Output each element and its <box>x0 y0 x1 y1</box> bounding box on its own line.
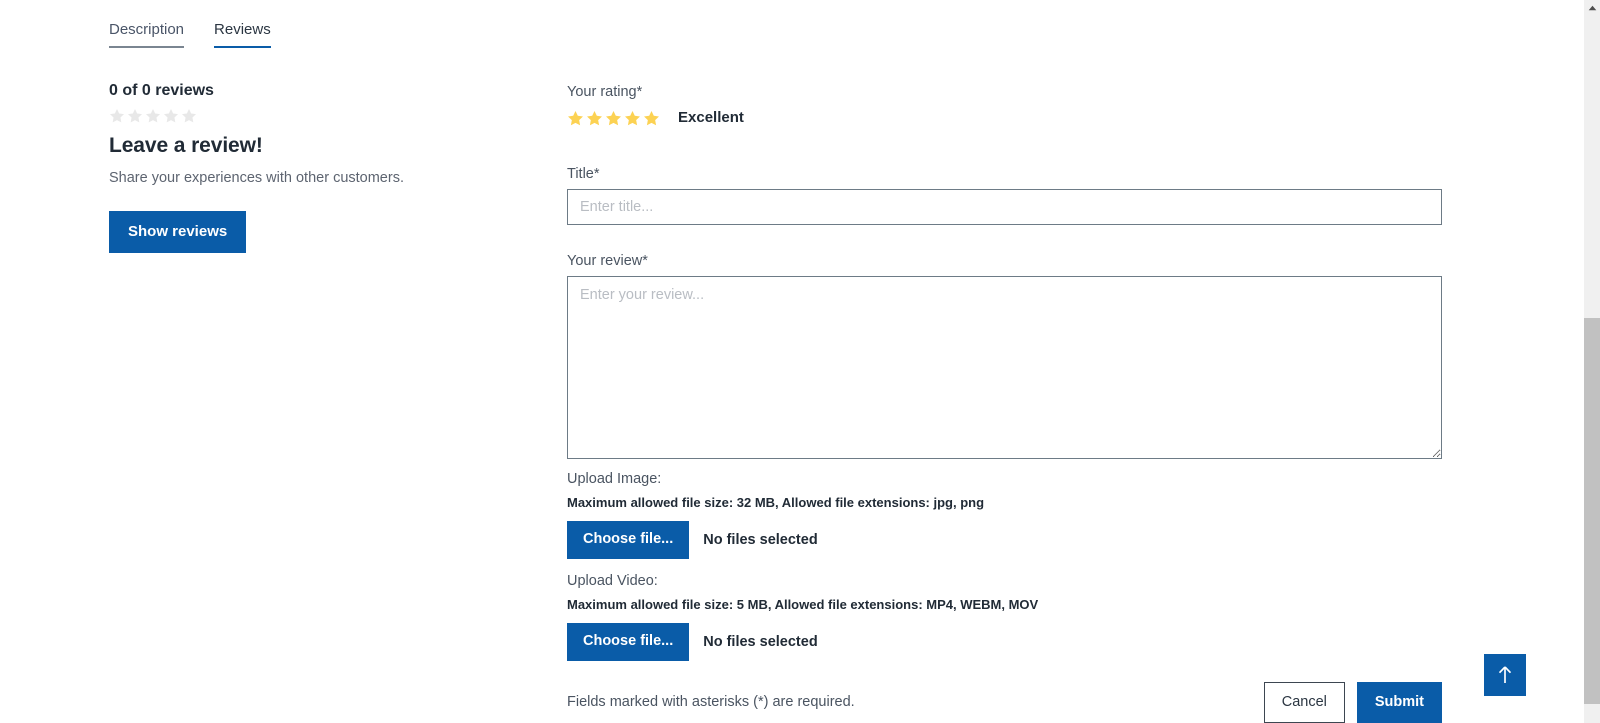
title-label: Title* <box>567 166 600 182</box>
scroll-to-top-button[interactable] <box>1484 654 1526 696</box>
cancel-button[interactable]: Cancel <box>1263 682 1345 723</box>
form-footer: Fields marked with asterisks (*) are req… <box>567 682 1442 723</box>
review-label: Your review* <box>567 253 648 269</box>
star-empty-icon <box>145 108 161 123</box>
review-count: 0 of 0 reviews <box>109 82 214 99</box>
star-filled-icon[interactable] <box>624 110 641 127</box>
star-filled-icon[interactable] <box>605 110 622 127</box>
tab-description[interactable]: Description <box>109 21 185 48</box>
rating-control: Excellent <box>567 107 1442 129</box>
page-scrollbar[interactable] <box>1584 0 1600 723</box>
star-filled-icon[interactable] <box>643 110 660 127</box>
image-file-status: No files selected <box>703 531 818 548</box>
upload-video-label: Upload Video: <box>567 573 658 589</box>
rating-word: Excellent <box>678 109 744 126</box>
average-rating-stars <box>109 106 529 126</box>
leave-review-heading: Leave a review! <box>109 134 263 157</box>
form-actions: Cancel Submit <box>1263 682 1442 723</box>
star-filled-icon[interactable] <box>586 110 603 127</box>
rating-label: Your rating* <box>567 84 643 100</box>
star-empty-icon <box>127 108 143 123</box>
title-input[interactable] <box>567 189 1442 225</box>
review-form-page: Description Reviews 0 of 0 reviews Leave… <box>0 0 1600 723</box>
upload-video-row: Choose file... No files selected <box>567 623 1442 661</box>
upload-image-hint: Maximum allowed file size: 32 MB, Allowe… <box>567 495 985 510</box>
review-form: Your rating* Excellent Title* Your revie… <box>567 83 1442 723</box>
product-detail-tabs: Description Reviews <box>109 22 301 48</box>
scrollbar-arrow-up-icon[interactable] <box>1584 0 1600 16</box>
scrollbar-thumb[interactable] <box>1584 318 1600 704</box>
tab-reviews-label: Reviews <box>214 21 271 38</box>
star-empty-icon <box>181 108 197 123</box>
show-reviews-button[interactable]: Show reviews <box>109 211 247 253</box>
upload-image-row: Choose file... No files selected <box>567 521 1442 559</box>
reviews-summary-panel: 0 of 0 reviews Leave a review! Share you… <box>109 80 529 253</box>
tab-description-label: Description <box>109 21 185 38</box>
rating-stars[interactable] <box>567 110 660 127</box>
arrow-up-icon <box>1498 666 1512 683</box>
submit-button[interactable]: Submit <box>1356 682 1442 723</box>
star-empty-icon <box>163 108 179 123</box>
tab-reviews[interactable]: Reviews <box>214 22 271 48</box>
upload-video-hint: Maximum allowed file size: 5 MB, Allowed… <box>567 597 1039 612</box>
choose-image-file-button[interactable]: Choose file... <box>567 521 690 559</box>
required-fields-note: Fields marked with asterisks (*) are req… <box>567 694 855 710</box>
star-filled-icon[interactable] <box>567 110 584 127</box>
choose-video-file-button[interactable]: Choose file... <box>567 623 690 661</box>
star-empty-icon <box>109 108 125 123</box>
upload-image-label: Upload Image: <box>567 471 662 487</box>
video-file-status: No files selected <box>703 633 818 650</box>
review-textarea[interactable] <box>567 276 1442 459</box>
leave-review-subheading: Share your experiences with other custom… <box>109 170 404 186</box>
